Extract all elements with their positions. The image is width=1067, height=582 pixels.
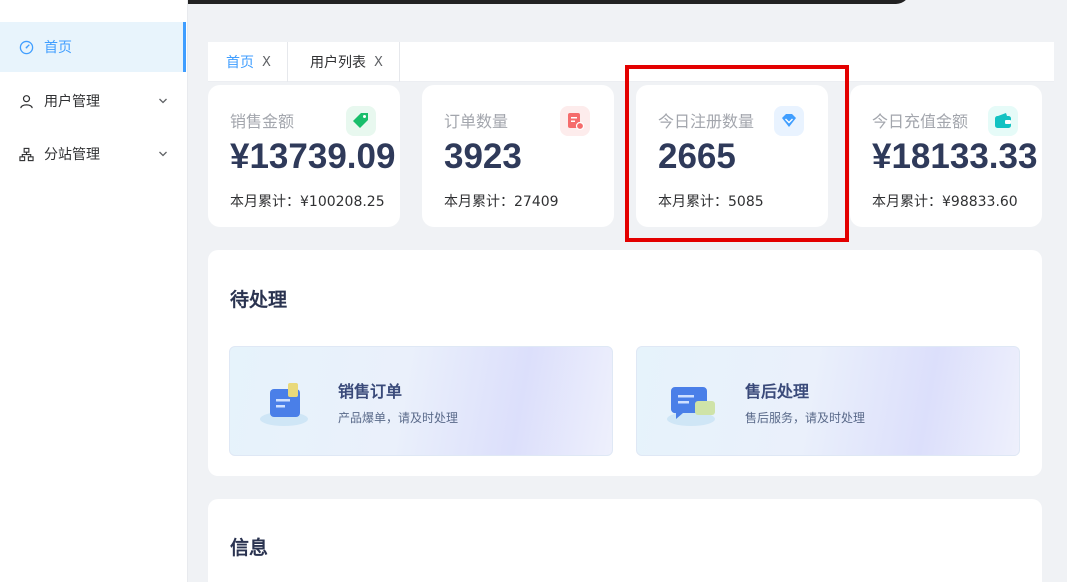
- stat-card-recharge: 今日充值金额 ¥18133.33 本月累计：¥98833.60: [850, 85, 1042, 227]
- todo-card-after-sales[interactable]: 售后处理 售后服务，请及时处理: [636, 346, 1020, 456]
- close-icon[interactable]: X: [374, 55, 383, 70]
- todo-card-sales-orders[interactable]: 销售订单 产品爆单，请及时处理: [229, 346, 613, 456]
- tab-home[interactable]: 首页 X: [208, 42, 288, 82]
- user-icon: [18, 93, 34, 109]
- pending-panel: 待处理 销售订单 产品爆单，请及时处理 售后处理 售后服务，请及时处理: [208, 250, 1042, 476]
- sidebar: 首页 用户管理 分站管理: [0, 0, 188, 582]
- document-icon: [258, 375, 314, 431]
- tab-label: 首页: [226, 55, 254, 71]
- stat-month-total: 本月累计：¥98833.60: [872, 194, 1018, 210]
- panel-title: 信息: [230, 537, 269, 559]
- sidebar-item-label: 首页: [44, 40, 72, 56]
- wallet-icon: [988, 106, 1018, 136]
- chat-icon: [665, 375, 721, 431]
- stat-card-orders: 订单数量 3923 本月累计：27409: [422, 85, 614, 227]
- highlight-box: [625, 65, 849, 242]
- sitemap-icon: [18, 146, 34, 162]
- sidebar-item-users[interactable]: 用户管理: [0, 76, 186, 126]
- order-icon: [560, 106, 590, 136]
- stat-value: ¥18133.33: [872, 137, 1038, 176]
- sidebar-item-label: 用户管理: [44, 94, 100, 110]
- sidebar-item-home[interactable]: 首页: [0, 22, 186, 72]
- dashboard-icon: [18, 39, 34, 55]
- stat-month-total: 本月累计：¥100208.25: [230, 194, 385, 210]
- close-icon[interactable]: X: [262, 55, 271, 70]
- todo-title: 售后处理: [745, 382, 810, 401]
- stat-month-total: 本月累计：27409: [444, 194, 559, 210]
- todo-desc: 售后服务，请及时处理: [745, 411, 866, 425]
- panel-title: 待处理: [230, 289, 288, 311]
- tab-user-list[interactable]: 用户列表 X: [292, 42, 400, 82]
- info-panel: 信息: [208, 499, 1042, 582]
- chevron-down-icon: [158, 147, 168, 163]
- tag-icon: [346, 106, 376, 136]
- tab-label: 用户列表: [310, 55, 366, 71]
- sidebar-item-label: 分站管理: [44, 147, 100, 163]
- stat-value: 3923: [444, 137, 522, 176]
- stat-value: ¥13739.09: [230, 137, 396, 176]
- stat-label: 今日充值金额: [872, 112, 969, 131]
- stat-label: 订单数量: [444, 112, 509, 131]
- todo-desc: 产品爆单，请及时处理: [338, 411, 459, 425]
- stat-card-sales: 销售金额 ¥13739.09 本月累计：¥100208.25: [208, 85, 400, 227]
- chevron-down-icon: [158, 94, 168, 110]
- todo-title: 销售订单: [338, 382, 403, 401]
- stat-label: 销售金额: [230, 112, 295, 131]
- sidebar-item-substations[interactable]: 分站管理: [0, 129, 186, 179]
